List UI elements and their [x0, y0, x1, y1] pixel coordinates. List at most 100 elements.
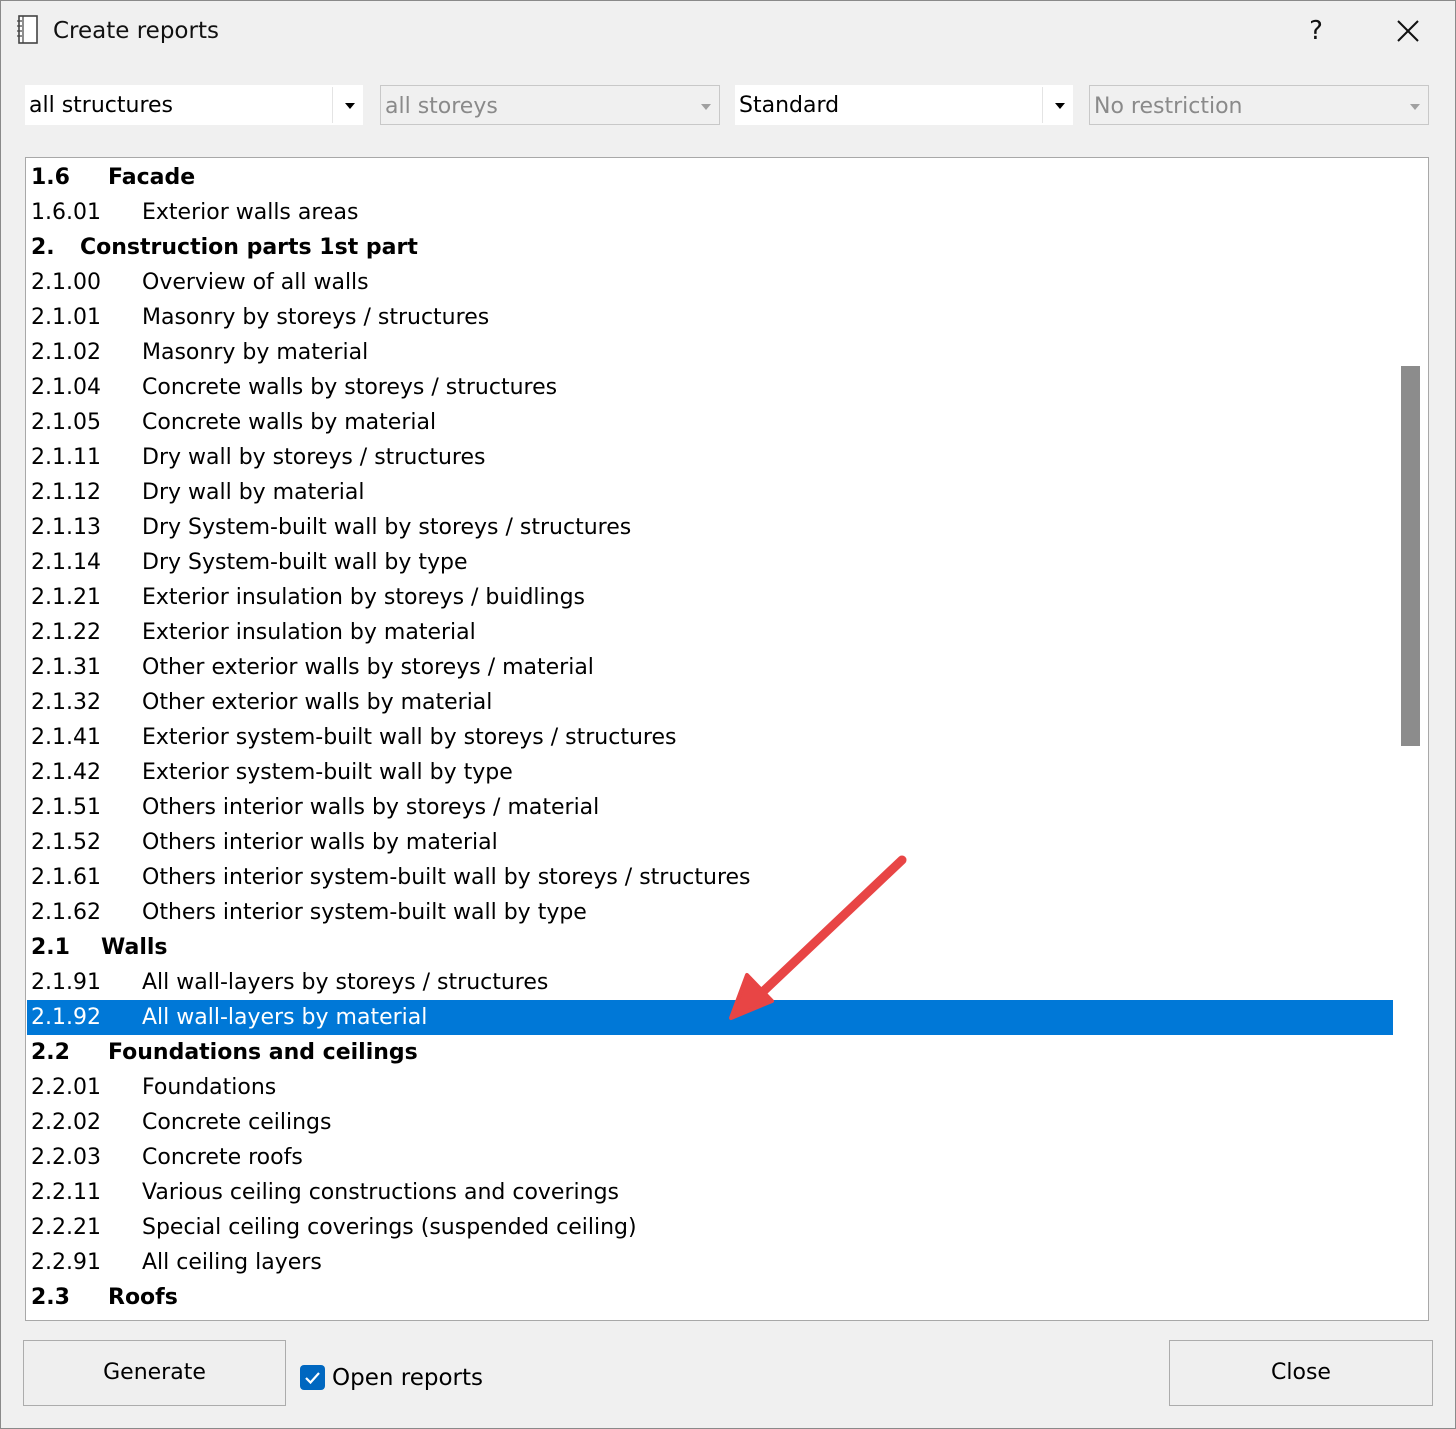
list-group-header[interactable]: 1.6 Facade [27, 160, 1393, 195]
vertical-scrollbar[interactable] [1395, 158, 1428, 1320]
item-label: Others interior walls by storeys / mater… [142, 795, 600, 820]
window-title: Create reports [53, 18, 219, 44]
item-label: All wall-layers by storeys / structures [142, 970, 549, 995]
item-number: 2.1.22 [31, 620, 101, 645]
item-label: Dry wall by material [142, 480, 365, 505]
list-item[interactable]: 2.2.01 Foundations [27, 1070, 1393, 1105]
help-button[interactable]: ? [1293, 11, 1339, 51]
item-number: 2.1.62 [31, 900, 101, 925]
generate-button[interactable]: Generate [23, 1340, 286, 1406]
list-item[interactable]: 2.1.51 Others interior walls by storeys /… [27, 790, 1393, 825]
close-icon[interactable] [1385, 11, 1431, 51]
item-label: Foundations and ceilings [108, 1040, 418, 1065]
checkmark-icon [305, 1372, 320, 1385]
list-item[interactable]: 2.1.04 Concrete walls by storeys / struct… [27, 370, 1393, 405]
standard-dropdown[interactable]: Standard [735, 85, 1073, 125]
list-item[interactable]: 2.1.61 Others interior system-built wall … [27, 860, 1393, 895]
list-item[interactable]: 2.1.14 Dry System-built wall by type [27, 545, 1393, 580]
item-label: Overview of all walls [142, 270, 369, 295]
item-number: 2.1.31 [31, 655, 101, 680]
storeys-value: all storeys [385, 94, 498, 119]
item-label: Exterior system-built wall by type [142, 760, 513, 785]
item-number: 2.1.42 [31, 760, 101, 785]
structures-dropdown[interactable]: all structures [25, 85, 363, 125]
list-item[interactable]: 2.1.13 Dry System-built wall by storeys /… [27, 510, 1393, 545]
list-item[interactable]: 2.1.02 Masonry by material [27, 335, 1393, 370]
list-item[interactable]: 2.1.21 Exterior insulation by storeys / b… [27, 580, 1393, 615]
list-item[interactable]: 2.1.12 Dry wall by material [27, 475, 1393, 510]
structures-value: all structures [29, 93, 173, 118]
item-number: 2.1.12 [31, 480, 101, 505]
item-label: Concrete roofs [142, 1145, 303, 1170]
chevron-down-icon[interactable] [345, 103, 355, 109]
item-label: Others interior walls by material [142, 830, 498, 855]
item-number: 2.1.05 [31, 410, 101, 435]
open-reports-checkbox[interactable] [300, 1365, 325, 1390]
item-number: 2.2.01 [31, 1075, 101, 1100]
item-number: 2.1.92 [31, 1005, 101, 1030]
open-reports-label[interactable]: Open reports [332, 1361, 483, 1395]
list-group-header[interactable]: 2.1 Walls [27, 930, 1393, 965]
list-item[interactable]: 2.1.52 Others interior walls by material [27, 825, 1393, 860]
list-item[interactable]: 2.1.42 Exterior system-built wall by type [27, 755, 1393, 790]
standard-value: Standard [739, 93, 840, 118]
dropdown-separator [332, 87, 333, 123]
list-item[interactable]: 1.6.01 Exterior walls areas [27, 195, 1393, 230]
item-number: 2.1.13 [31, 515, 101, 540]
item-number: 2.1 [31, 935, 70, 960]
item-number: 2.1.61 [31, 865, 101, 890]
list-item[interactable]: 2.2.91 All ceiling layers [27, 1245, 1393, 1280]
item-label: Others interior system-built wall by sto… [142, 865, 751, 890]
item-number: 2.2.91 [31, 1250, 101, 1275]
item-number: 2.2.03 [31, 1145, 101, 1170]
item-label: Exterior insulation by storeys / buidlin… [142, 585, 586, 610]
list-item[interactable]: 2.1.11 Dry wall by storeys / structures [27, 440, 1393, 475]
dropdown-separator [1042, 87, 1043, 123]
list-item[interactable]: 2.1.92 All wall-layers by material [27, 1000, 1393, 1035]
item-label: Other exterior walls by storeys / materi… [142, 655, 594, 680]
item-number: 2.2 [31, 1040, 70, 1065]
list-item[interactable]: 2.1.32 Other exterior walls by material [27, 685, 1393, 720]
item-label: Various ceiling constructions and coveri… [142, 1180, 619, 1205]
list-item[interactable]: 2.1.41 Exterior system-built wall by stor… [27, 720, 1393, 755]
item-label: Walls [101, 935, 168, 960]
chevron-down-icon [701, 104, 711, 110]
item-label: Masonry by material [142, 340, 369, 365]
list-item[interactable]: 2.2.03 Concrete roofs [27, 1140, 1393, 1175]
item-number: 2.1.41 [31, 725, 101, 750]
item-label: Facade [108, 165, 196, 190]
list-item[interactable]: 2.1.62 Others interior system-built wall … [27, 895, 1393, 930]
item-number: 1.6.01 [31, 200, 101, 225]
item-label: Other exterior walls by material [142, 690, 493, 715]
item-number: 2.1.01 [31, 305, 101, 330]
item-number: 2.2.21 [31, 1215, 101, 1240]
restriction-dropdown: No restriction [1089, 85, 1429, 125]
report-list[interactable]: 1.6 Facade 1.6.01 Exterior walls areas 2. Con… [25, 157, 1429, 1321]
item-number: 2. [31, 235, 55, 260]
item-label: Dry System-built wall by storeys / struc… [142, 515, 632, 540]
item-number: 2.1.00 [31, 270, 101, 295]
list-group-header[interactable]: 2. Construction parts 1st part [27, 230, 1393, 265]
item-number: 2.1.91 [31, 970, 101, 995]
list-item[interactable]: 2.1.05 Concrete walls by material [27, 405, 1393, 440]
list-item[interactable]: 2.1.01 Masonry by storeys / structures [27, 300, 1393, 335]
chevron-down-icon[interactable] [1055, 103, 1065, 109]
scrollbar-thumb[interactable] [1401, 366, 1420, 746]
list-item[interactable]: 2.2.02 Concrete ceilings [27, 1105, 1393, 1140]
list-item[interactable]: 2.1.22 Exterior insulation by material [27, 615, 1393, 650]
item-number: 2.2.11 [31, 1180, 101, 1205]
item-number: 2.1.52 [31, 830, 101, 855]
list-group-header[interactable]: 2.2 Foundations and ceilings [27, 1035, 1393, 1070]
item-label: Exterior insulation by material [142, 620, 476, 645]
list-item[interactable]: 2.1.91 All wall-layers by storeys / struc… [27, 965, 1393, 1000]
list-item[interactable]: 2.1.00 Overview of all walls [27, 265, 1393, 300]
list-item[interactable]: 2.2.11 Various ceiling constructions and … [27, 1175, 1393, 1210]
list-item[interactable]: 2.1.31 Other exterior walls by storeys / … [27, 650, 1393, 685]
notebook-icon [17, 15, 39, 45]
list-group-header[interactable]: 2.3 Roofs [27, 1280, 1393, 1315]
item-number: 2.1.51 [31, 795, 101, 820]
list-item[interactable]: 2.2.21 Special ceiling coverings (suspend… [27, 1210, 1393, 1245]
report-list-rows: 1.6 Facade 1.6.01 Exterior walls areas 2. Con… [27, 160, 1393, 1315]
restriction-value: No restriction [1094, 94, 1243, 119]
close-button[interactable]: Close [1169, 1340, 1433, 1406]
